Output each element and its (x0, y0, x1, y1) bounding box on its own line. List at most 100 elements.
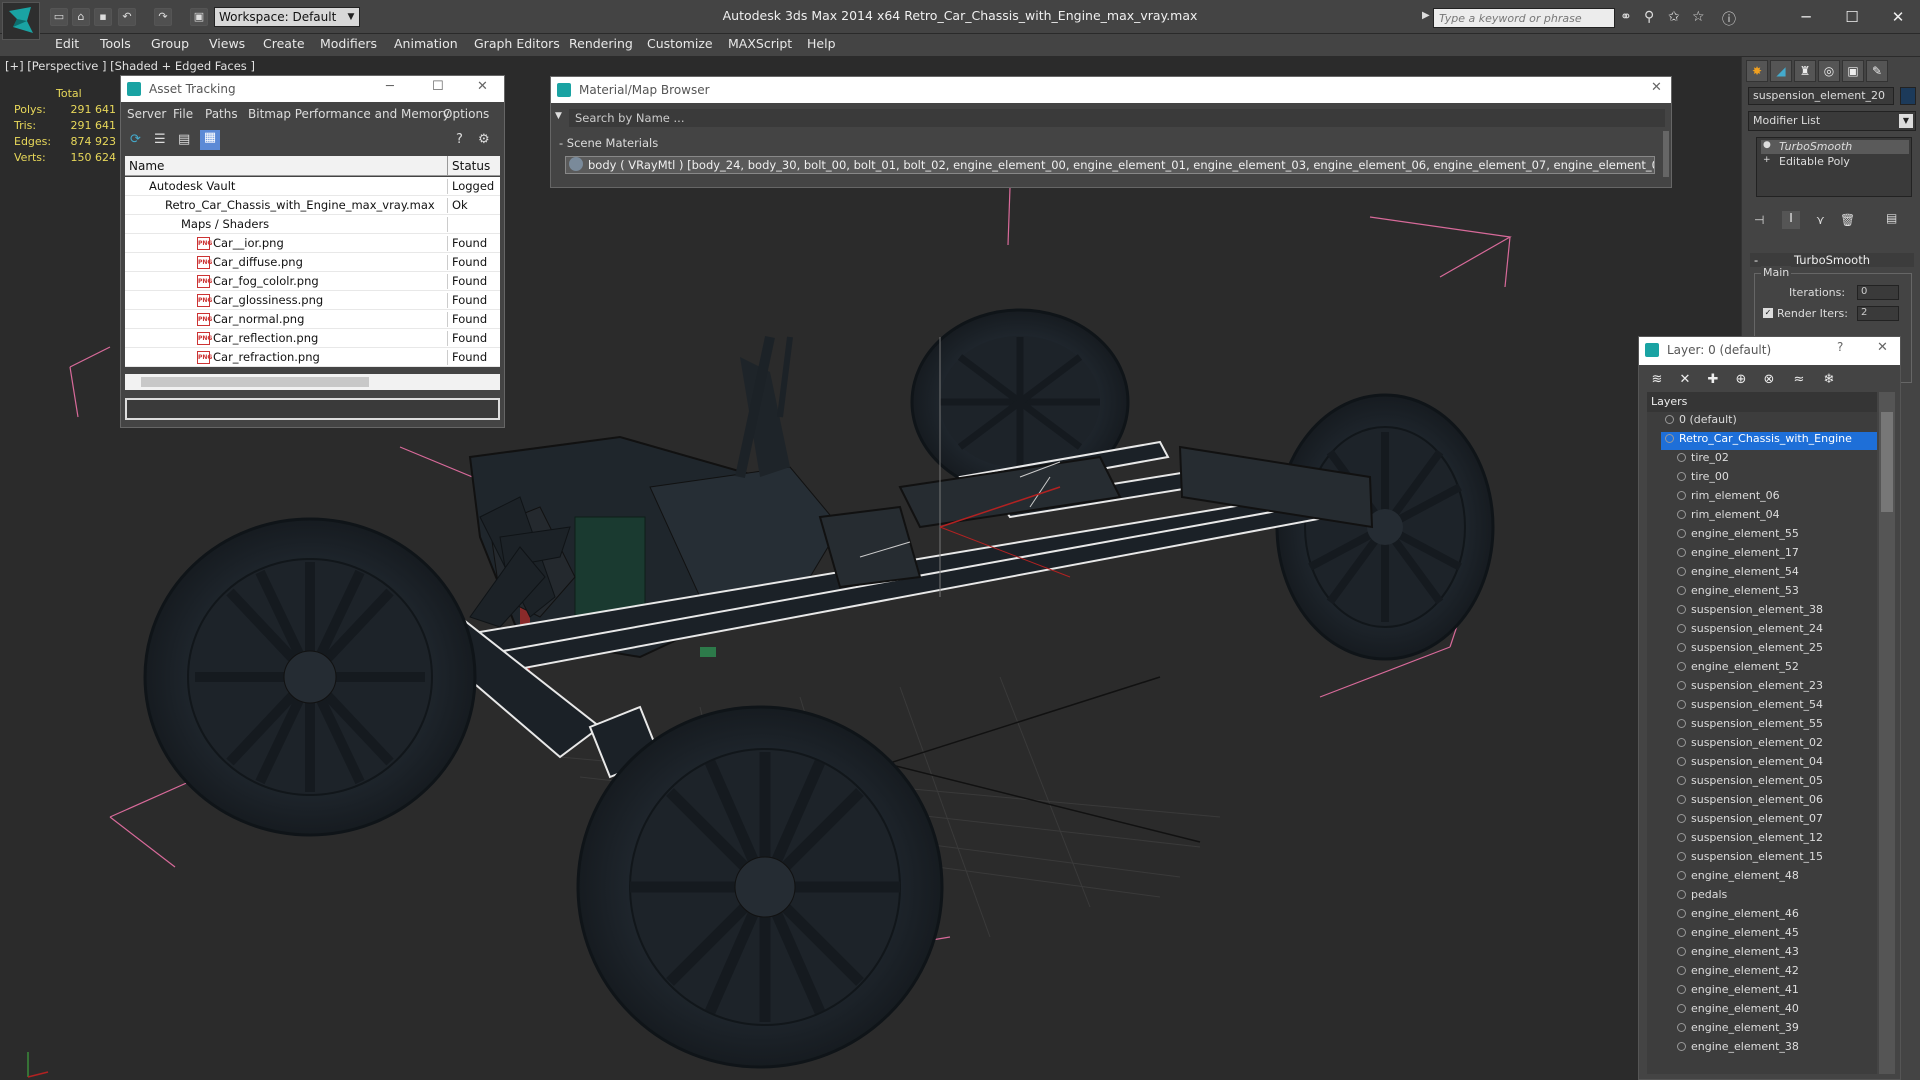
menu-server[interactable]: Server (127, 107, 166, 121)
open-file-icon[interactable]: ⌂ (72, 8, 90, 26)
object-name-field[interactable]: suspension_element_20 (1748, 87, 1894, 105)
layer-item[interactable]: suspension_element_02 (1673, 736, 1823, 754)
scene-materials-section[interactable]: - Scene Materials (559, 136, 658, 150)
iterations-spinner[interactable]: 0 (1857, 285, 1899, 300)
layer-item[interactable]: suspension_element_15 (1673, 850, 1823, 868)
table-view-icon[interactable]: ▦ (200, 130, 220, 150)
scrollbar-thumb[interactable] (141, 377, 369, 387)
search-input[interactable]: Type a keyword or phrase (1433, 8, 1615, 28)
scrollbar-thumb[interactable] (1881, 412, 1893, 512)
layer-item[interactable]: engine_element_42 (1673, 964, 1799, 982)
workspace-dropdown[interactable]: Workspace: Default (214, 7, 360, 27)
layer-item[interactable]: engine_element_53 (1673, 584, 1799, 602)
asset-row[interactable]: Autodesk Vault Logged O (125, 177, 500, 196)
menu-modifiers[interactable]: Modifiers (320, 36, 377, 51)
select-layer-objects-icon[interactable]: ⊗ (1759, 371, 1779, 389)
render-iters-spinner[interactable]: 2 (1857, 306, 1899, 321)
asset-row[interactable]: PNGCar_diffuse.png Found (125, 253, 500, 272)
detail-view-icon[interactable]: ▤ (178, 132, 190, 147)
material-search-input[interactable]: Search by Name ... (569, 109, 1665, 127)
browser-options-icon[interactable]: ▼ (555, 111, 562, 121)
path-input[interactable] (125, 398, 500, 420)
new-file-icon[interactable]: ▭ (50, 8, 68, 26)
layer-item[interactable]: engine_element_46 (1673, 907, 1799, 925)
layers-column-header[interactable]: Layers (1647, 392, 1877, 412)
layer-item[interactable]: suspension_element_24 (1673, 622, 1823, 640)
layer-item[interactable]: engine_element_45 (1673, 926, 1799, 944)
asset-row[interactable]: PNGCar__ior.png Found (125, 234, 500, 253)
menu-options[interactable]: Options (443, 107, 489, 121)
layer-item[interactable]: suspension_element_38 (1673, 603, 1823, 621)
menu-file[interactable]: File (173, 107, 193, 121)
configure-sets-icon[interactable]: ▤ (1886, 211, 1897, 225)
remove-modifier-icon[interactable]: 🗑 (1840, 213, 1855, 227)
layer-item[interactable]: engine_element_40 (1673, 1002, 1799, 1020)
asset-tracking-titlebar[interactable]: Asset Tracking ─ ☐ ✕ (121, 76, 504, 102)
menu-bitmap-performance[interactable]: Bitmap Performance and Memory (248, 107, 450, 121)
layer-item[interactable]: engine_element_17 (1673, 546, 1799, 564)
project-folder-icon[interactable]: ▣ (190, 8, 208, 26)
hide-layers-icon[interactable]: ≈ (1789, 371, 1809, 389)
layer-item[interactable]: suspension_element_55 (1673, 717, 1823, 735)
delete-layer-icon[interactable]: ✕ (1675, 371, 1695, 389)
layer-item[interactable]: rim_element_04 (1673, 508, 1780, 526)
menu-rendering[interactable]: Rendering (569, 36, 633, 51)
menu-create[interactable]: Create (263, 36, 305, 51)
layer-item[interactable]: suspension_element_23 (1673, 679, 1823, 697)
material-browser-titlebar[interactable]: Material/Map Browser ✕ (551, 77, 1671, 103)
layer-item[interactable]: tire_00 (1673, 470, 1729, 488)
undo-icon[interactable]: ↶ (118, 8, 136, 26)
motion-tab-icon[interactable]: ◎ (1818, 60, 1840, 82)
layer-item[interactable]: suspension_element_06 (1673, 793, 1823, 811)
display-tab-icon[interactable]: ▣ (1842, 60, 1864, 82)
layer-item[interactable]: suspension_element_07 (1673, 812, 1823, 830)
layer-item[interactable]: suspension_element_25 (1673, 641, 1823, 659)
lightbulb-icon[interactable]: ● (1763, 140, 1771, 150)
menu-maxscript[interactable]: MAXScript (728, 36, 792, 51)
close-icon[interactable]: ✕ (1877, 340, 1888, 355)
asset-row[interactable]: PNGCar_normal.png Found (125, 310, 500, 329)
vertical-scrollbar[interactable] (1663, 131, 1669, 177)
menu-edit[interactable]: Edit (55, 36, 79, 51)
horizontal-scrollbar[interactable] (125, 374, 500, 390)
close-icon[interactable]: ✕ (477, 79, 488, 94)
turbosmooth-rollout-header[interactable]: - TurboSmooth (1750, 253, 1914, 267)
layer-item[interactable]: engine_element_55 (1673, 527, 1799, 545)
object-color-swatch[interactable] (1900, 87, 1916, 105)
help-icon[interactable]: ? (456, 132, 463, 147)
favorites-icon[interactable]: ✩ (1668, 9, 1680, 25)
minimize-icon[interactable]: ─ (386, 79, 394, 94)
redo-icon[interactable]: ↷ (154, 8, 172, 26)
material-row[interactable]: body ( VRayMtl ) [body_24, body_30, bolt… (565, 156, 1655, 174)
menu-animation[interactable]: Animation (394, 36, 458, 51)
stack-item-turbosmooth[interactable]: ● TurboSmooth (1761, 140, 1909, 154)
layer-item[interactable]: engine_element_38 (1673, 1040, 1799, 1058)
utilities-tab-icon[interactable]: ✎ (1866, 60, 1888, 82)
maximize-icon[interactable]: ☐ (432, 79, 444, 94)
chevron-down-icon[interactable]: ▼ (1899, 114, 1913, 128)
app-menu-button[interactable] (2, 2, 40, 40)
layer-item[interactable]: pedals (1673, 888, 1727, 906)
menu-help[interactable]: Help (807, 36, 836, 51)
minimize-icon[interactable]: ─ (1786, 4, 1826, 30)
layer-item[interactable]: 0 (default) (1661, 413, 1737, 431)
layer-item[interactable]: suspension_element_12 (1673, 831, 1823, 849)
refresh-icon[interactable]: ⟳ (130, 132, 141, 147)
hierarchy-tab-icon[interactable]: ♜ (1794, 60, 1816, 82)
display-layers-icon[interactable]: ≋ (1647, 371, 1667, 389)
collapse-icon[interactable]: - (1754, 253, 1758, 267)
help-icon[interactable]: ? (1837, 340, 1843, 354)
modify-tab-icon[interactable]: ◢ (1770, 60, 1792, 82)
layer-item[interactable]: engine_element_41 (1673, 983, 1799, 1001)
create-tab-icon[interactable]: ✸ (1746, 60, 1768, 82)
menu-group[interactable]: Group (151, 36, 189, 51)
stack-item-editable-poly[interactable]: + Editable Poly (1761, 155, 1909, 169)
menu-views[interactable]: Views (209, 36, 245, 51)
close-icon[interactable]: ✕ (1878, 4, 1918, 30)
layer-item[interactable]: engine_element_48 (1673, 869, 1799, 887)
layer-item[interactable]: suspension_element_05 (1673, 774, 1823, 792)
menu-customize[interactable]: Customize (647, 36, 713, 51)
add-selection-icon[interactable]: ⊕ (1731, 371, 1751, 389)
pin-stack-icon[interactable]: ⊣ (1754, 213, 1764, 227)
menu-paths[interactable]: Paths (205, 107, 238, 121)
